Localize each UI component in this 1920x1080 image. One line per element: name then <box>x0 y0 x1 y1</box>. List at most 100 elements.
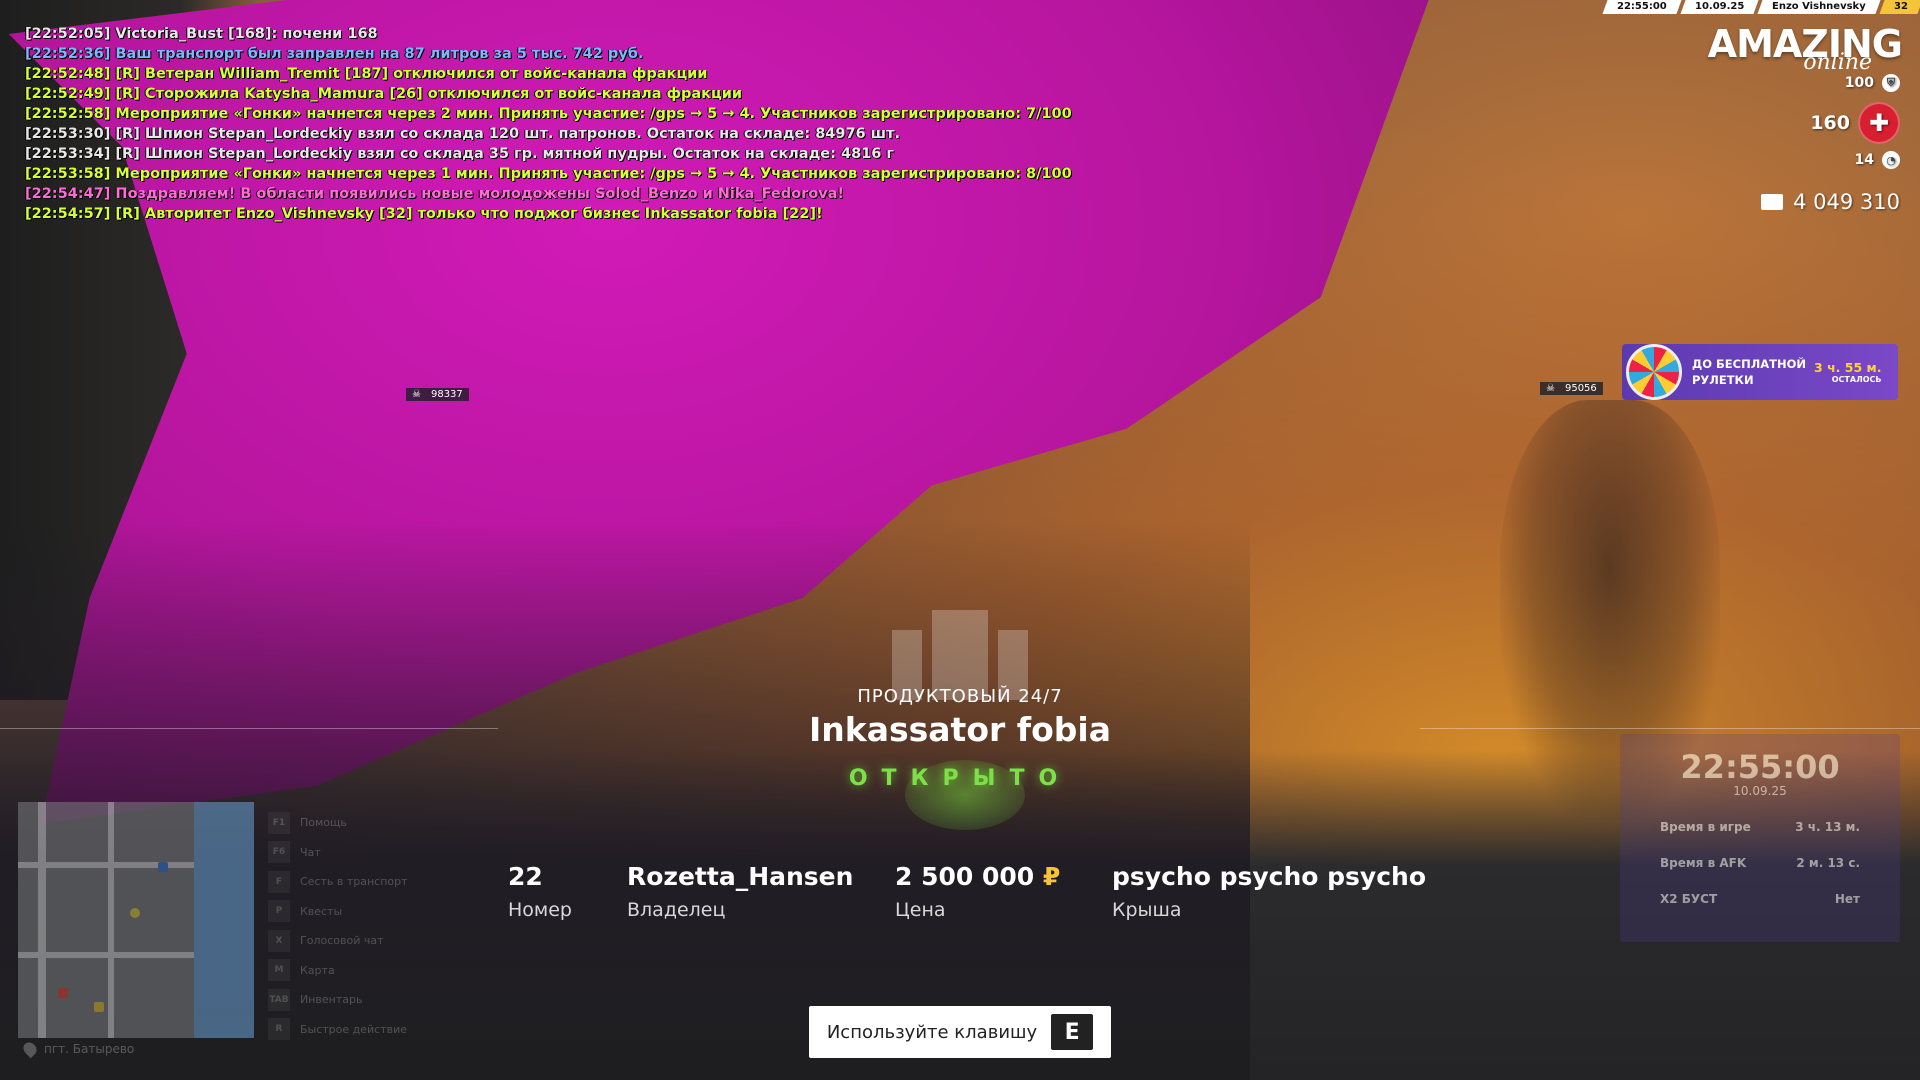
player-level: 32 <box>1879 0 1920 14</box>
server-time: 22:55:00 <box>1602 0 1682 14</box>
business-number: 22 Номер <box>508 862 572 921</box>
hotkey-key: F1 <box>268 811 290 834</box>
map-location-label: пгт. Батырево <box>44 1042 135 1056</box>
session-clock-panel: 22:55:00 10.09.25 Время в игре 3 ч. 13 м.… <box>1620 734 1900 942</box>
chat-line: [22:53:58] Мероприятие «Гонки» начнется … <box>25 166 1072 182</box>
clock-time: 22:55:00 <box>1680 748 1840 786</box>
chat-line: [22:53:30] [R] Шпион Stepan_Lordeckiy вз… <box>25 126 900 142</box>
clock-row-value: Нет <box>1834 892 1860 906</box>
clock-row-label: Время в игре <box>1660 820 1751 834</box>
minimap-marker <box>94 1002 104 1012</box>
roulette-time: 3 ч. 55 м. <box>1814 360 1882 375</box>
health-stat: 160 ✚ <box>1810 102 1900 144</box>
divider-right <box>1420 728 1920 729</box>
interact-key[interactable]: E <box>1051 1014 1094 1050</box>
clock-row-label: Время в AFK <box>1660 856 1747 870</box>
minimap-road <box>38 802 46 1038</box>
hotkey-key: X <box>268 929 290 952</box>
armor-stat: 100 ⛨ <box>1845 74 1900 92</box>
money-value: 4 049 310 <box>1793 190 1900 214</box>
hotkey-key: P <box>268 900 290 923</box>
clock-row-value: 3 ч. 13 м. <box>1795 820 1860 834</box>
roulette-remain: ОСТАЛОСЬ <box>1831 375 1882 384</box>
hotkey-list: F1 Помощь F6 Чат F Сесть в транспорт P Квест… <box>268 808 408 1044</box>
chat-line: [22:52:49] [R] Сторожила Katysha_Mamura … <box>25 86 743 102</box>
clock-row: X2 БУСТ Нет <box>1620 892 1900 906</box>
player-name: Enzo Vishnevsky <box>1757 0 1881 14</box>
hotkey-row: F6 Чат <box>268 838 408 868</box>
health-value: 160 <box>1810 112 1850 134</box>
chat-line: [22:53:34] [R] Шпион Stepan_Lordeckiy вз… <box>25 146 894 162</box>
hotkey-row: M Карта <box>268 956 408 986</box>
clock-date: 10.09.25 <box>1733 784 1787 798</box>
satiety-value: 14 <box>1854 152 1874 168</box>
hotkey-row: X Голосовой чат <box>268 926 408 956</box>
player-marker-icon <box>130 908 140 918</box>
chat-line: [22:52:36] Ваш транспорт был заправлен н… <box>25 46 644 62</box>
map-location: пгт. Батырево <box>20 1039 135 1059</box>
game-logo: AMAZING online <box>1708 22 1903 75</box>
food-icon: ◔ <box>1882 151 1900 169</box>
clock-row: Время в AFK 2 м. 13 с. <box>1620 856 1900 870</box>
satiety-stat: 14 ◔ <box>1855 151 1900 169</box>
minimap-marker <box>158 862 168 872</box>
top-status-bar: 22:55:00 10.09.25 Enzo Vishnevsky 32 <box>1601 0 1920 14</box>
hotkey-label: Голосовой чат <box>300 934 384 948</box>
ruble-icon: ₽ <box>1042 862 1061 891</box>
hotkey-label: Чат <box>300 845 321 859</box>
roulette-label: ДО БЕСПЛАТНОЙ РУЛЕТКИ <box>1692 356 1806 388</box>
armor-value: 100 <box>1844 75 1874 91</box>
hotkey-key: F <box>268 870 290 893</box>
business-roof-label: Крыша <box>1112 899 1182 921</box>
business-roof: psycho psycho psycho Крыша <box>1112 862 1426 921</box>
interact-hint-text: Используйте клавишу <box>826 1021 1038 1043</box>
shield-icon: ⛨ <box>1882 74 1900 92</box>
player-tag-id: 98337 <box>430 389 463 400</box>
chat-line: [22:54:47] Поздравляем! В области появил… <box>25 186 845 202</box>
clock-row-label: X2 БУСТ <box>1660 892 1718 906</box>
business-type: ПРОДУКТОВЫЙ 24/7 <box>857 686 1063 707</box>
hotkey-label: Быстрое действие <box>300 1022 408 1036</box>
business-price: 2 500 000 ₽ Цена <box>895 862 1060 921</box>
free-roulette-banner[interactable]: ДО БЕСПЛАТНОЙ РУЛЕТКИ 3 ч. 55 м. ОСТАЛОС… <box>1622 344 1898 400</box>
player-tag-id: 95056 <box>1564 383 1597 394</box>
roulette-wheel-icon <box>1626 344 1682 400</box>
hotkey-label: Карта <box>300 963 335 977</box>
roulette-label-line: ДО БЕСПЛАТНОЙ <box>1692 357 1807 371</box>
skull-icon: ☠ <box>1546 383 1555 394</box>
roulette-timer: 3 ч. 55 м. ОСТАЛОСЬ <box>1814 360 1881 384</box>
chat-line: [22:54:57] [R] Авторитет Enzo_Vishnevsky… <box>25 206 823 222</box>
player-tag: ☠ 95056 <box>1540 382 1603 395</box>
player-tag: ☠ 98337 <box>406 388 469 401</box>
business-owner-label: Владелец <box>627 899 726 921</box>
minimap[interactable] <box>18 802 254 1038</box>
clock-row: Время в игре 3 ч. 13 м. <box>1620 820 1900 834</box>
hotkey-row: F Сесть в транспорт <box>268 867 408 897</box>
hotkey-label: Сесть в транспорт <box>300 875 408 889</box>
hotkey-key: R <box>268 1018 290 1041</box>
minimap-marker <box>58 988 68 998</box>
divider-left <box>0 728 498 729</box>
hotkey-row: TAB Инвентарь <box>268 985 408 1015</box>
hotkey-label: Помощь <box>300 816 347 830</box>
chat-line: [22:52:48] [R] Ветеран William_Tremit [1… <box>25 66 708 82</box>
business-owner-value: Rozetta_Hansen <box>627 862 854 891</box>
hotkey-label: Квесты <box>300 904 343 918</box>
health-cross-icon: ✚ <box>1858 102 1900 144</box>
chat-log: [22:52:05] Victoria_Bust [168]: почени 1… <box>25 24 1072 224</box>
minimap-water <box>194 802 254 1038</box>
hotkey-row: F1 Помощь <box>268 808 408 838</box>
minimap-road <box>108 802 114 1038</box>
hotkey-label: Инвентарь <box>300 993 363 1007</box>
interact-hint[interactable]: Используйте клавишу E <box>809 1006 1111 1058</box>
server-date: 10.09.25 <box>1680 0 1759 14</box>
hotkey-key: F6 <box>268 841 290 864</box>
business-price-label: Цена <box>895 899 946 921</box>
business-price-value: 2 500 000 <box>895 862 1035 891</box>
skull-icon: ☠ <box>412 389 421 400</box>
wallet-icon <box>1761 194 1784 210</box>
business-number-label: Номер <box>508 899 572 921</box>
chat-line: [22:52:58] Мероприятие «Гонки» начнется … <box>25 106 1072 122</box>
location-pin-icon <box>20 1039 40 1059</box>
minimap-road <box>18 952 194 958</box>
